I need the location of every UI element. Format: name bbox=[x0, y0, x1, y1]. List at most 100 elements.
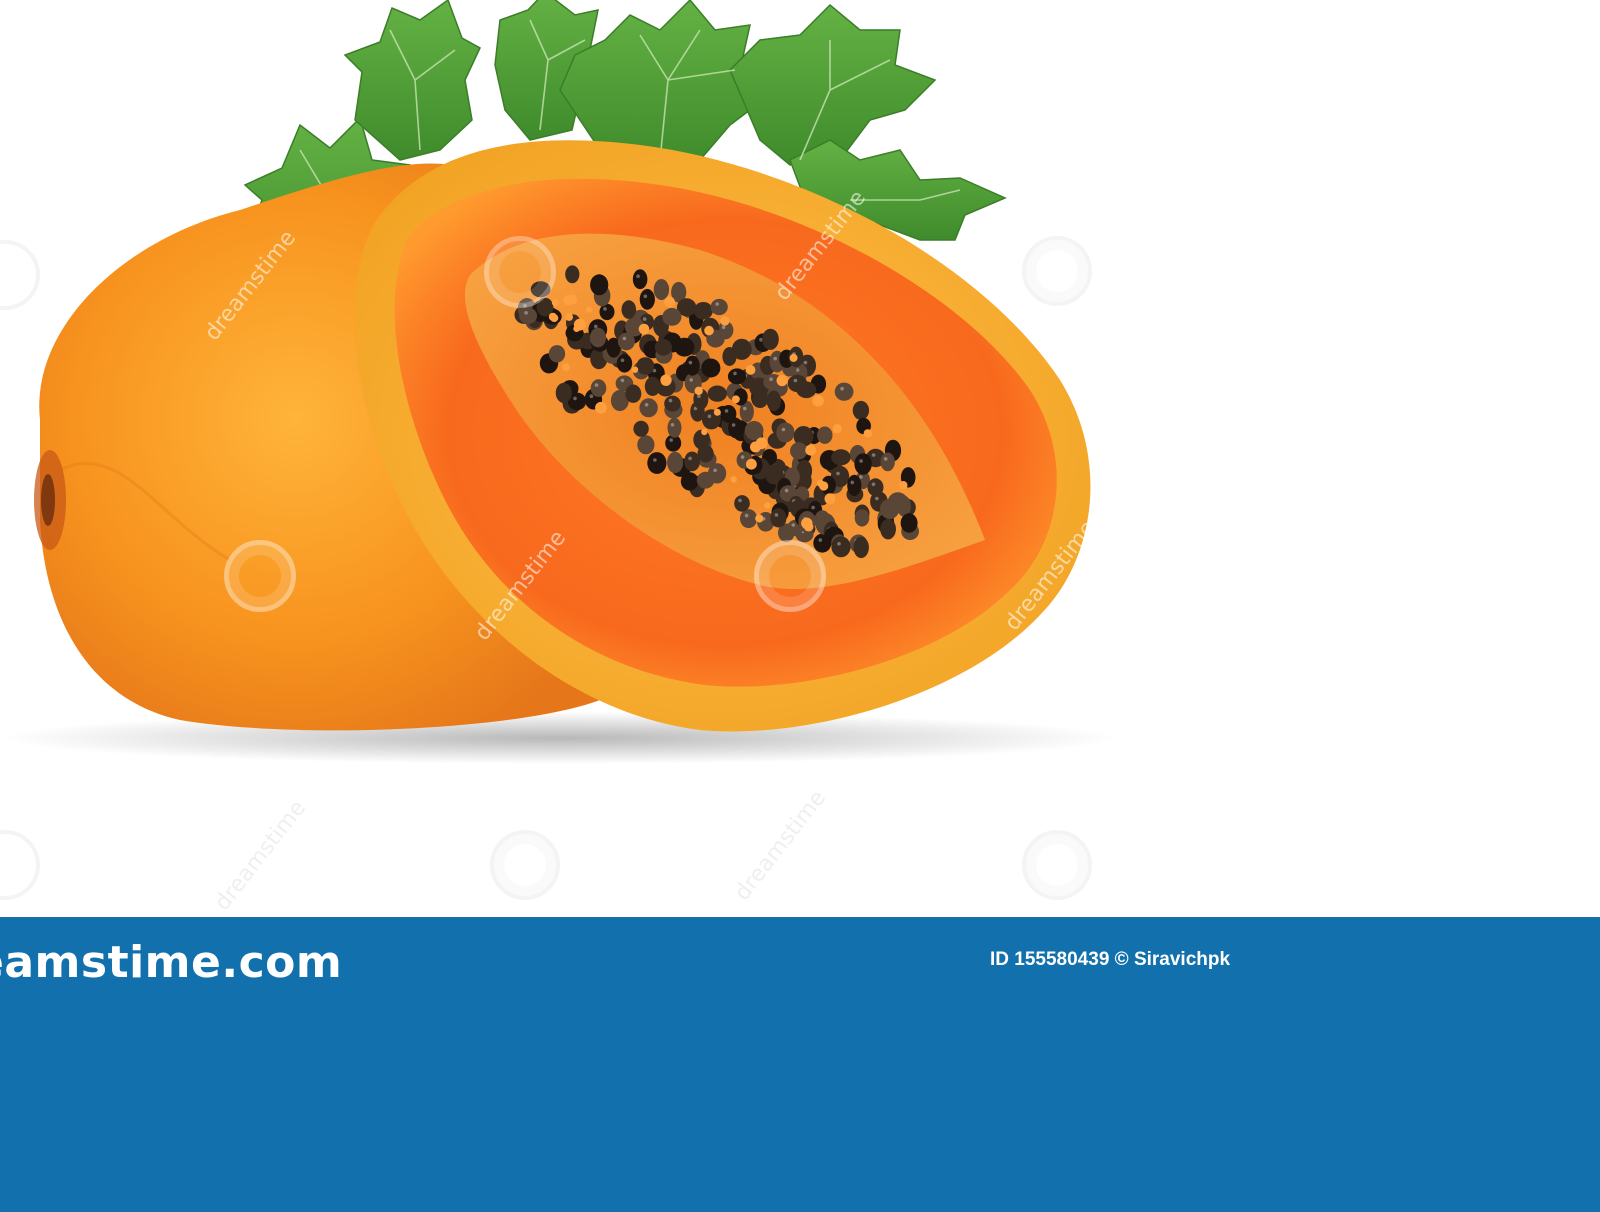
seed-highlight bbox=[733, 371, 737, 376]
papaya-seed bbox=[707, 385, 727, 402]
seed-highlight bbox=[707, 414, 712, 419]
seed-highlight bbox=[622, 336, 627, 341]
seed-highlight bbox=[594, 324, 598, 329]
seed-pulp bbox=[551, 299, 559, 306]
seed-highlight bbox=[837, 542, 841, 546]
seed-highlight bbox=[643, 294, 648, 299]
seed-highlight bbox=[668, 398, 673, 403]
papaya-seed bbox=[710, 298, 728, 316]
papaya-seed bbox=[734, 495, 750, 512]
papaya-seed bbox=[637, 435, 655, 455]
seed-pulp bbox=[631, 366, 639, 373]
papaya-seed bbox=[790, 442, 808, 460]
papaya-seed bbox=[900, 513, 918, 533]
seed-pulp bbox=[732, 395, 740, 404]
seed-highlight bbox=[781, 427, 786, 432]
footer-bar: eamstime.com ID 155580439 © Siravichpk bbox=[0, 917, 1600, 1212]
papaya-seed bbox=[644, 376, 661, 396]
papaya-seed bbox=[674, 337, 695, 357]
seed-highlight bbox=[740, 455, 745, 459]
seed-pulp bbox=[832, 424, 842, 434]
photo-area: dreamstime dreamstime dreamstime dreamst… bbox=[0, 0, 1600, 917]
papaya-seed bbox=[762, 328, 779, 350]
seed-pulp bbox=[755, 514, 764, 523]
seed-pulp bbox=[776, 375, 788, 387]
papaya-seed bbox=[817, 426, 833, 444]
papaya-seed bbox=[519, 307, 538, 324]
seed-highlight bbox=[523, 304, 527, 308]
seed-pulp bbox=[660, 374, 672, 386]
seed-pulp bbox=[565, 313, 573, 321]
papaya-seed bbox=[685, 355, 700, 376]
papaya-seed bbox=[831, 449, 851, 466]
papaya-seed bbox=[834, 382, 854, 401]
papaya-illustration bbox=[0, 0, 1120, 764]
seed-pulp bbox=[563, 295, 574, 306]
seed-highlight bbox=[689, 378, 693, 382]
papaya-seed bbox=[654, 339, 673, 356]
seed-highlight bbox=[636, 274, 640, 279]
seed-pulp bbox=[803, 522, 814, 532]
papaya-seed bbox=[664, 395, 681, 412]
papaya-seed bbox=[625, 384, 642, 403]
papaya-seed bbox=[880, 518, 896, 540]
papaya-seed bbox=[880, 498, 900, 519]
seed-highlight bbox=[573, 396, 577, 401]
papaya-seed bbox=[667, 417, 682, 438]
seed-highlight bbox=[644, 403, 649, 407]
papaya-seed bbox=[633, 420, 649, 437]
seed-highlight bbox=[773, 356, 777, 361]
seed-pulp bbox=[701, 428, 708, 436]
seed-pulp bbox=[805, 444, 817, 456]
seed-pulp bbox=[664, 296, 675, 308]
seed-highlight bbox=[743, 406, 747, 411]
seed-pulp bbox=[745, 365, 756, 375]
papaya-seed bbox=[766, 390, 781, 412]
papaya-seed bbox=[696, 471, 715, 489]
seed-pulp bbox=[550, 314, 559, 323]
papaya-seed bbox=[854, 509, 870, 527]
papaya-seed bbox=[684, 451, 700, 472]
seed-highlight bbox=[620, 358, 625, 363]
papaya-seed bbox=[639, 398, 658, 418]
seed-highlight bbox=[803, 360, 808, 365]
stock-photo-page: dreamstime dreamstime dreamstime dreamst… bbox=[0, 0, 1600, 1212]
papaya-seed bbox=[555, 382, 572, 403]
seed-pulp bbox=[789, 353, 798, 362]
seed-highlight bbox=[840, 386, 844, 391]
papaya-seed bbox=[880, 452, 895, 472]
seed-highlight bbox=[620, 378, 625, 383]
papaya-seed bbox=[589, 327, 607, 348]
seed-highlight bbox=[774, 513, 779, 517]
papaya-seed bbox=[590, 379, 607, 397]
seed-highlight bbox=[850, 480, 855, 485]
seed-highlight bbox=[724, 409, 729, 413]
seed-highlight bbox=[818, 538, 823, 542]
image-credit: ID 155580439 © Siravichpk bbox=[990, 949, 1231, 970]
seed-pulp bbox=[694, 386, 703, 395]
seed-highlight bbox=[836, 471, 840, 476]
seed-highlight bbox=[738, 498, 742, 503]
seed-highlight bbox=[594, 383, 599, 387]
seed-highlight bbox=[688, 360, 693, 365]
papaya-seed bbox=[728, 417, 744, 439]
papaya-seed bbox=[776, 422, 795, 443]
papaya-seed bbox=[770, 508, 787, 528]
papaya-seed bbox=[667, 451, 684, 474]
seed-highlight bbox=[715, 302, 719, 306]
papaya-seed bbox=[701, 358, 721, 378]
seed-highlight bbox=[793, 378, 798, 383]
seed-highlight bbox=[769, 377, 773, 382]
seed-highlight bbox=[731, 423, 736, 427]
seed-pulp bbox=[713, 408, 721, 416]
papaya-seed bbox=[662, 308, 682, 326]
papaya-seed bbox=[636, 357, 655, 375]
seed-highlight bbox=[883, 457, 888, 461]
papaya-seed bbox=[565, 265, 580, 284]
seed-highlight bbox=[744, 513, 749, 518]
papaya-seed bbox=[653, 279, 670, 300]
papaya-seed bbox=[787, 374, 808, 393]
seed-pulp bbox=[704, 325, 714, 336]
papaya-seed bbox=[727, 368, 747, 385]
seed-highlight bbox=[871, 482, 876, 487]
